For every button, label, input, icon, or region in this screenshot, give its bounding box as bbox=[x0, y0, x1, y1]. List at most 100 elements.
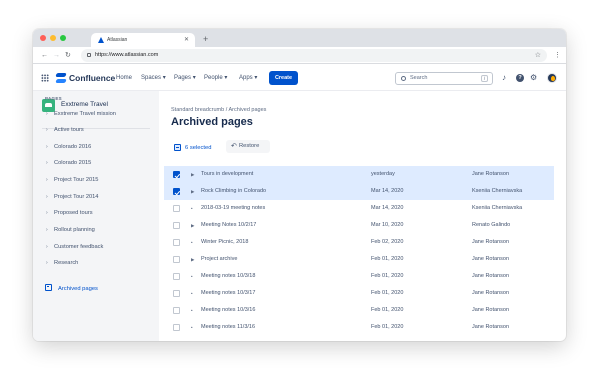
table-row[interactable]: • Meeting notes 10/3/18 Feb 01, 2020 Jane R… bbox=[164, 268, 554, 285]
avatar[interactable] bbox=[547, 73, 557, 83]
confluence-logo[interactable]: Confluence bbox=[56, 71, 115, 85]
new-tab-button[interactable]: + bbox=[203, 33, 208, 45]
sidebar-item[interactable]: › Active tours bbox=[46, 126, 84, 135]
chevron-right-icon[interactable]: › bbox=[46, 176, 54, 185]
sidebar-item[interactable]: › Project Tour 2014 bbox=[46, 193, 98, 202]
date-cell: Feb 01, 2020 bbox=[371, 307, 404, 313]
page-title-cell[interactable]: Project archive bbox=[201, 251, 237, 268]
chevron-right-icon[interactable]: › bbox=[46, 259, 54, 268]
search-icon bbox=[401, 76, 406, 81]
chevron-right-icon[interactable]: › bbox=[46, 226, 54, 235]
sidebar-item[interactable]: › Project Tour 2015 bbox=[46, 176, 98, 185]
brand-name: Confluence bbox=[69, 73, 116, 83]
nav-pages[interactable]: Pages ▾ bbox=[174, 72, 196, 84]
row-checkbox-checked[interactable] bbox=[173, 171, 180, 178]
page-title-cell[interactable]: Rock Climbing in Colorado bbox=[201, 183, 266, 200]
page-title-cell[interactable]: 2018-03-19 meeting notes bbox=[201, 200, 265, 217]
settings-gear-icon[interactable]: ⚙ bbox=[530, 72, 537, 84]
expand-chevron-icon[interactable]: ▶ bbox=[191, 183, 194, 200]
back-arrow-icon[interactable]: ← bbox=[41, 50, 48, 61]
chevron-right-icon[interactable]: › bbox=[46, 126, 54, 135]
expand-chevron-icon[interactable]: ▶ bbox=[191, 217, 194, 234]
row-checkbox[interactable] bbox=[173, 307, 180, 314]
author-cell: Jane Rotanson bbox=[472, 273, 509, 279]
row-checkbox[interactable] bbox=[173, 324, 180, 331]
tab-close-icon[interactable]: ✕ bbox=[184, 33, 189, 47]
row-checkbox[interactable] bbox=[173, 273, 180, 280]
address-bar[interactable]: https://www.atlassian.com ☆ bbox=[81, 49, 547, 62]
restore-button[interactable]: ↶ Restore bbox=[226, 140, 270, 153]
row-checkbox[interactable] bbox=[173, 239, 180, 246]
sidebar-item[interactable]: › Exxtreme Travel mission bbox=[46, 110, 116, 119]
expand-chevron-icon[interactable]: ▶ bbox=[191, 166, 194, 183]
create-button[interactable]: Create bbox=[269, 71, 298, 85]
page-title-cell[interactable]: Tours in development bbox=[201, 166, 253, 183]
bullet-icon: • bbox=[191, 291, 193, 296]
table-row[interactable]: ▶ Project archive Feb 01, 2020 Jane Rotanso… bbox=[164, 251, 554, 268]
chevron-down-icon: ▾ bbox=[224, 75, 228, 81]
archived-pages-list: ▶ Tours in development yesterday Jane Rotan… bbox=[164, 166, 554, 336]
browser-tab[interactable]: Atlassian ✕ bbox=[91, 33, 195, 47]
sidebar-item-archived-pages[interactable]: Archived pages bbox=[45, 284, 98, 294]
chevron-right-icon[interactable]: › bbox=[46, 143, 54, 152]
table-row[interactable]: ▶ Meeting Notes 10/2/17 Mar 10, 2020 Renato… bbox=[164, 217, 554, 234]
table-row[interactable]: • Meeting notes 11/3/16 Feb 01, 2020 Jane R… bbox=[164, 319, 554, 336]
expand-chevron-icon[interactable]: ▶ bbox=[191, 251, 194, 268]
forward-arrow-icon[interactable]: → bbox=[53, 50, 60, 61]
sidebar-item[interactable]: › Customer feedback bbox=[46, 243, 103, 252]
page-title-cell[interactable]: Meeting notes 11/3/16 bbox=[201, 319, 255, 336]
chevron-right-icon[interactable]: › bbox=[46, 243, 54, 252]
app-switcher-icon[interactable] bbox=[41, 74, 49, 82]
nav-apps[interactable]: Apps ▾ bbox=[239, 72, 257, 84]
breadcrumb[interactable]: Standard breadcrumb / Archived pages bbox=[171, 107, 266, 113]
nav-people[interactable]: People ▾ bbox=[204, 72, 227, 84]
close-window-dot[interactable] bbox=[40, 35, 46, 41]
sidebar-item-label: Exxtreme Travel mission bbox=[54, 111, 116, 117]
sidebar-item[interactable]: › Colorado 2016 bbox=[46, 143, 91, 152]
table-row[interactable]: ▶ Tours in development yesterday Jane Rotan… bbox=[164, 166, 554, 183]
sidebar-item[interactable]: › Proposed tours bbox=[46, 209, 93, 218]
search-placeholder: Search bbox=[410, 75, 428, 81]
chevron-right-icon[interactable]: › bbox=[46, 193, 54, 202]
chevron-right-icon[interactable]: › bbox=[46, 159, 54, 168]
row-checkbox[interactable] bbox=[173, 256, 180, 263]
row-checkbox[interactable] bbox=[173, 222, 180, 229]
help-icon[interactable]: ? bbox=[516, 74, 524, 82]
chevron-right-icon[interactable]: › bbox=[46, 110, 54, 119]
page-title-cell[interactable]: Meeting notes 10/3/18 bbox=[201, 268, 255, 285]
sidebar-section-heading: PAGES bbox=[45, 96, 62, 101]
nav-home[interactable]: Home bbox=[116, 72, 132, 84]
row-checkbox-checked[interactable] bbox=[173, 188, 180, 195]
table-row[interactable]: • 2018-03-19 meeting notes Mar 14, 2020 Kse… bbox=[164, 200, 554, 217]
nav-pages-label: Pages bbox=[174, 75, 192, 81]
table-row[interactable]: ▶ Rock Climbing in Colorado Mar 14, 2020 Ks… bbox=[164, 183, 554, 200]
sidebar-item[interactable]: › Colorado 2015 bbox=[46, 159, 91, 168]
search-input[interactable]: Search / bbox=[395, 72, 493, 85]
sidebar-item[interactable]: › Rollout planning bbox=[46, 226, 95, 235]
maximize-window-dot[interactable] bbox=[60, 35, 66, 41]
select-all-checkbox[interactable] bbox=[174, 144, 181, 151]
space-name[interactable]: Exxtreme Travel bbox=[61, 100, 108, 110]
nav-spaces[interactable]: Spaces ▾ bbox=[141, 72, 166, 84]
notifications-bell-icon[interactable]: ♪ bbox=[502, 72, 506, 84]
minimize-window-dot[interactable] bbox=[50, 35, 56, 41]
nav-spaces-label: Spaces bbox=[141, 75, 162, 81]
chevron-right-icon[interactable]: › bbox=[46, 209, 54, 218]
table-row[interactable]: • Meeting notes 10/3/16 Feb 01, 2020 Jane R… bbox=[164, 302, 554, 319]
url-text: https://www.atlassian.com bbox=[95, 52, 159, 58]
date-cell: Mar 14, 2020 bbox=[371, 188, 404, 194]
page-title-cell[interactable]: Meeting notes 10/3/17 bbox=[201, 285, 255, 302]
bookmark-star-icon[interactable]: ☆ bbox=[535, 49, 541, 62]
sidebar-item[interactable]: › Research bbox=[46, 259, 78, 268]
page-title-cell[interactable]: Meeting Notes 10/2/17 bbox=[201, 217, 256, 234]
page-title-cell[interactable]: Winter Picnic, 2018 bbox=[201, 234, 248, 251]
reload-icon[interactable]: ↻ bbox=[65, 50, 71, 61]
browser-menu-icon[interactable]: ⋮ bbox=[554, 50, 561, 61]
table-row[interactable]: • Meeting notes 10/3/17 Feb 01, 2020 Jane R… bbox=[164, 285, 554, 302]
table-row[interactable]: • Winter Picnic, 2018 Feb 02, 2020 Jane Rot… bbox=[164, 234, 554, 251]
page-title-cell[interactable]: Meeting notes 10/3/16 bbox=[201, 302, 255, 319]
restore-label: Restore bbox=[239, 143, 260, 149]
row-checkbox[interactable] bbox=[173, 205, 180, 212]
author-cell: Jane Rotanson bbox=[472, 324, 509, 330]
row-checkbox[interactable] bbox=[173, 290, 180, 297]
